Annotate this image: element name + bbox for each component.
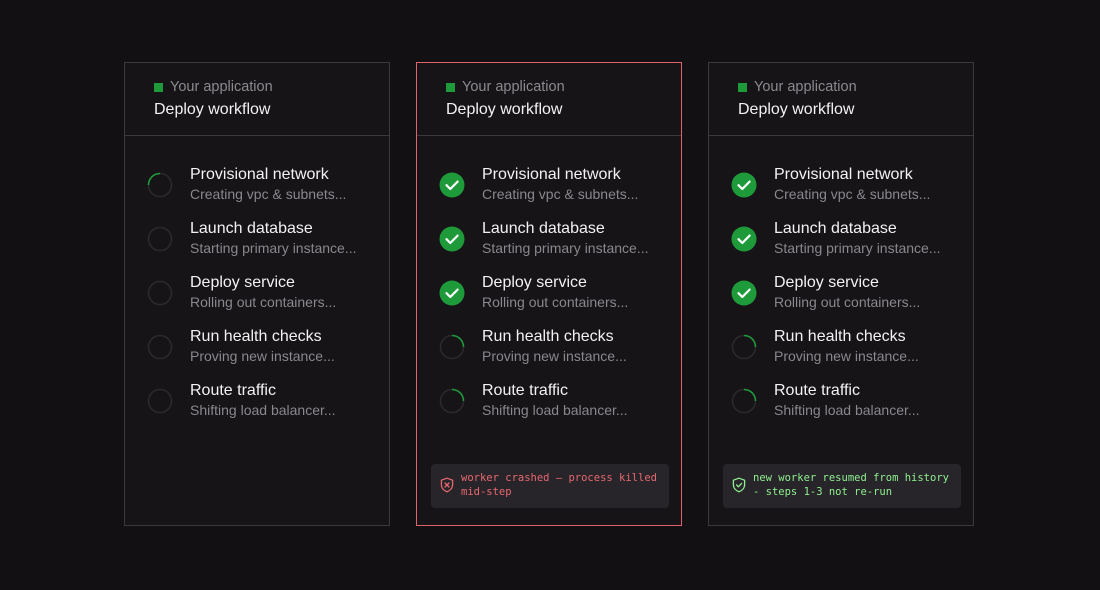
- crash-notice: worker crashed — process killed mid-step: [431, 464, 669, 508]
- step-item: Run health checks Proving new instance..…: [125, 328, 389, 378]
- step-subtitle: Proving new instance...: [482, 348, 627, 364]
- card-header: Your application Deploy workflow: [125, 63, 389, 136]
- check-circle-icon: [439, 172, 465, 198]
- step-item: Deploy service Rolling out containers...: [417, 274, 681, 324]
- step-subtitle: Creating vpc & subnets...: [774, 186, 931, 202]
- running-spinner-icon: [439, 388, 465, 414]
- running-spinner-icon: [147, 172, 173, 198]
- app-label: Your application: [170, 79, 273, 95]
- step-title: Run health checks: [482, 328, 614, 345]
- step-item: Launch database Starting primary instanc…: [709, 220, 973, 270]
- workflow-card-resumed: Your application Deploy workflow Provisi…: [708, 62, 974, 526]
- running-spinner-icon: [731, 334, 757, 360]
- step-subtitle: Rolling out containers...: [482, 294, 629, 310]
- app-line: Your application: [154, 79, 273, 95]
- step-item: Provisional network Creating vpc & subne…: [709, 166, 973, 216]
- step-subtitle: Proving new instance...: [774, 348, 919, 364]
- step-subtitle: Rolling out containers...: [190, 294, 337, 310]
- app-status-dot: [738, 82, 747, 92]
- step-item: Deploy service Rolling out containers...: [709, 274, 973, 324]
- shield-check-icon: [732, 477, 746, 493]
- step-title: Deploy service: [482, 274, 587, 291]
- step-subtitle: Proving new instance...: [190, 348, 335, 364]
- step-subtitle: Shifting load balancer...: [774, 402, 920, 418]
- step-title: Launch database: [190, 220, 313, 237]
- step-title: Deploy service: [190, 274, 295, 291]
- step-subtitle: Creating vpc & subnets...: [482, 186, 639, 202]
- step-subtitle: Starting primary instance...: [774, 240, 941, 256]
- app-label: Your application: [754, 79, 857, 95]
- step-item: Run health checks Proving new instance..…: [417, 328, 681, 378]
- step-subtitle: Creating vpc & subnets...: [190, 186, 347, 202]
- step-item: Route traffic Shifting load balancer...: [417, 382, 681, 432]
- pending-circle-icon: [147, 334, 173, 360]
- step-title: Route traffic: [774, 382, 860, 399]
- step-item: Provisional network Creating vpc & subne…: [417, 166, 681, 216]
- running-spinner-icon: [731, 388, 757, 414]
- workflow-card-initial: Your application Deploy workflow Provisi…: [124, 62, 390, 526]
- step-title: Provisional network: [482, 166, 621, 183]
- step-title: Route traffic: [482, 382, 568, 399]
- pending-circle-icon: [147, 280, 173, 306]
- app-line: Your application: [446, 79, 565, 95]
- step-subtitle: Starting primary instance...: [482, 240, 649, 256]
- check-circle-icon: [439, 226, 465, 252]
- shield-x-icon: [440, 477, 454, 493]
- running-spinner-icon: [439, 334, 465, 360]
- step-subtitle: Shifting load balancer...: [482, 402, 628, 418]
- pending-circle-icon: [147, 226, 173, 252]
- workflow-card-crashed: Your application Deploy workflow Provisi…: [416, 62, 682, 526]
- step-item: Launch database Starting primary instanc…: [125, 220, 389, 270]
- check-circle-icon: [731, 280, 757, 306]
- notice-text: worker crashed — process killed mid-step: [461, 472, 657, 498]
- step-title: Run health checks: [190, 328, 322, 345]
- notice-text: new worker resumed from history - steps …: [753, 472, 949, 498]
- step-title: Provisional network: [190, 166, 329, 183]
- workflow-title: Deploy workflow: [446, 101, 563, 118]
- step-item: Route traffic Shifting load balancer...: [709, 382, 973, 432]
- step-subtitle: Rolling out containers...: [774, 294, 921, 310]
- app-status-dot: [154, 82, 163, 92]
- step-title: Run health checks: [774, 328, 906, 345]
- step-subtitle: Shifting load balancer...: [190, 402, 336, 418]
- step-subtitle: Starting primary instance...: [190, 240, 357, 256]
- canvas: Your application Deploy workflow Provisi…: [0, 0, 1100, 590]
- check-circle-icon: [731, 172, 757, 198]
- workflow-title: Deploy workflow: [738, 101, 855, 118]
- step-item: Route traffic Shifting load balancer...: [125, 382, 389, 432]
- step-title: Deploy service: [774, 274, 879, 291]
- step-item: Launch database Starting primary instanc…: [417, 220, 681, 270]
- step-item: Deploy service Rolling out containers...: [125, 274, 389, 324]
- step-title: Launch database: [774, 220, 897, 237]
- app-label: Your application: [462, 79, 565, 95]
- app-status-dot: [446, 82, 455, 92]
- step-title: Provisional network: [774, 166, 913, 183]
- step-title: Route traffic: [190, 382, 276, 399]
- step-item: Provisional network Creating vpc & subne…: [125, 166, 389, 216]
- step-item: Run health checks Proving new instance..…: [709, 328, 973, 378]
- card-header: Your application Deploy workflow: [709, 63, 973, 136]
- check-circle-icon: [439, 280, 465, 306]
- resume-notice: new worker resumed from history - steps …: [723, 464, 961, 508]
- card-header: Your application Deploy workflow: [417, 63, 681, 136]
- app-line: Your application: [738, 79, 857, 95]
- pending-circle-icon: [147, 388, 173, 414]
- step-title: Launch database: [482, 220, 605, 237]
- check-circle-icon: [731, 226, 757, 252]
- workflow-title: Deploy workflow: [154, 101, 271, 118]
